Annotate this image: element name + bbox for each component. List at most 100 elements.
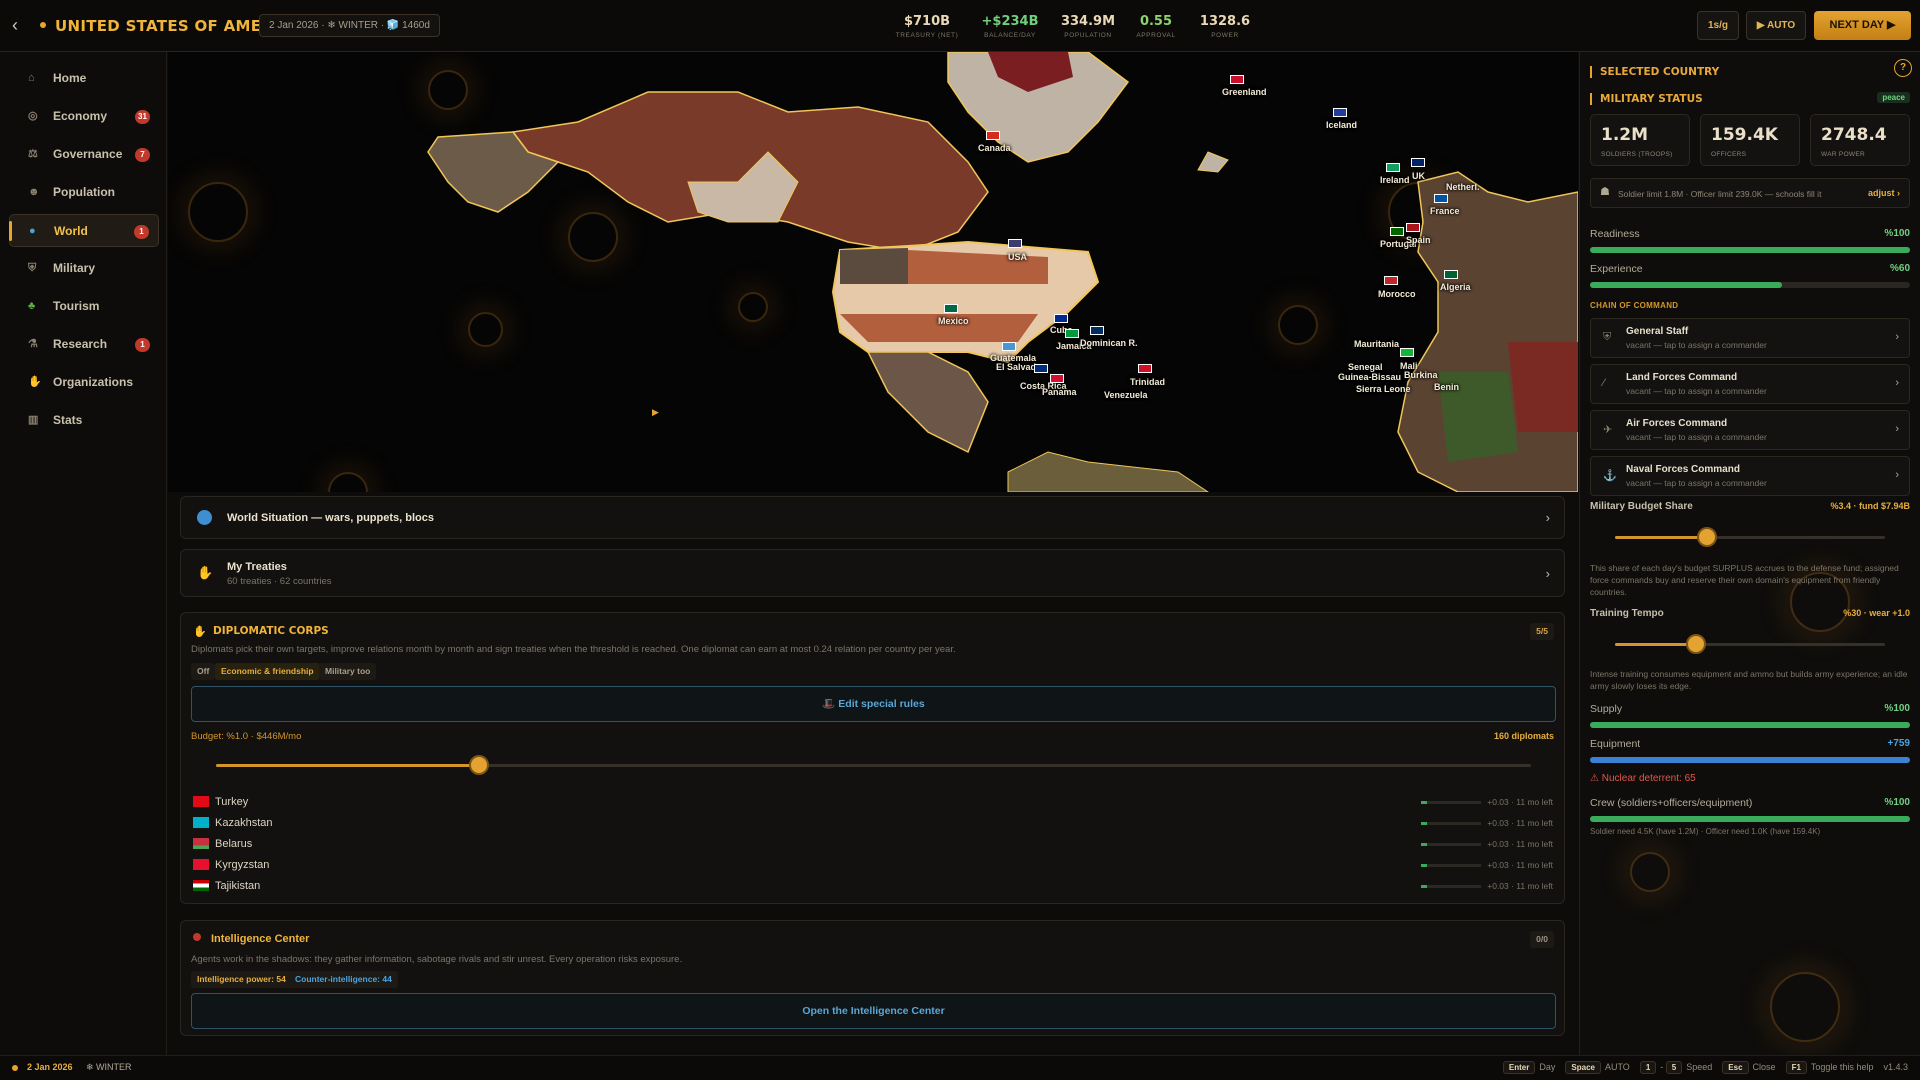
sidebar-item-economy[interactable]: ◎ Economy 31 (9, 100, 159, 133)
auto-button[interactable]: ▶ AUTO (1746, 11, 1806, 40)
country-label: Ireland (1380, 175, 1410, 185)
sidebar-item-world[interactable]: ● World 1 (9, 214, 159, 247)
flag-canada (986, 131, 1000, 140)
soldiers-card: 1.2M SOLDIERS (TROOPS) (1590, 114, 1690, 166)
notification-badge: 31 (135, 110, 150, 124)
supply-row: Supply %100 (1590, 703, 1910, 715)
flag-trinidad (1138, 364, 1152, 373)
open-intelligence-button[interactable]: Open the Intelligence Center (191, 993, 1556, 1029)
command-naval-forces[interactable]: ⚓ Naval Forces Command vacant — tap to ass… (1590, 456, 1910, 496)
stat-balance: +$234B BALANCE/DAY (981, 14, 1039, 39)
plane-icon: ✈ (1603, 424, 1613, 436)
flask-icon: ⚗ (28, 338, 38, 350)
relation-bar (1421, 822, 1481, 825)
flag-guatemala (1002, 342, 1016, 351)
sidebar-item-governance[interactable]: ⚖ Governance 7 (9, 138, 159, 171)
slider-handle[interactable] (469, 755, 489, 775)
treaties-title: My Treaties (227, 561, 287, 573)
command-land-forces[interactable]: ⁄ Land Forces Command vacant — tap to assi… (1590, 364, 1910, 404)
sidebar-item-organizations[interactable]: ✋ Organizations (9, 366, 159, 399)
slider-handle[interactable] (1696, 527, 1717, 547)
chart-icon: ▥ (28, 414, 39, 426)
experience-bar (1590, 282, 1910, 288)
diplomat-count-badge: 5/5 (1530, 623, 1554, 640)
country-label: Dominican R. (1080, 338, 1138, 348)
training-tempo-slider[interactable] (1615, 634, 1885, 654)
sidebar-item-home[interactable]: ⌂ Home (9, 62, 159, 95)
sidebar-item-tourism[interactable]: ♣ Tourism (9, 290, 159, 323)
relation-bar (1421, 885, 1481, 888)
flag-kyrgyzstan (193, 859, 209, 870)
diplomatic-title: DIPLOMATIC CORPS (213, 625, 329, 637)
country-label: Algeria (1440, 282, 1471, 292)
command-general-staff[interactable]: ⛨ General Staff vacant — tap to assign a c… (1590, 318, 1910, 358)
version-label: v1.4.3 (1883, 1062, 1908, 1072)
rifle-icon: ⁄ (1603, 377, 1605, 389)
status-dot (12, 1065, 18, 1071)
mode-military[interactable]: Military too (319, 663, 377, 680)
adjust-link[interactable]: adjust › (1868, 188, 1900, 198)
speed-button[interactable]: 1s/g (1697, 11, 1739, 40)
footer-bar: 2 Jan 2026 ❄ WINTER Enter Day Space AUTO 1… (0, 1055, 1920, 1080)
mode-off[interactable]: Off (191, 663, 216, 680)
country-label: Mexico (938, 316, 969, 326)
country-label: UK (1412, 171, 1425, 181)
help-icon[interactable]: ? (1894, 59, 1912, 77)
relation-bar (1421, 864, 1481, 867)
country-label: Burkina (1404, 370, 1438, 380)
chevron-right-icon: › (1895, 331, 1899, 343)
officers-card: 159.4K OFFICERS (1700, 114, 1800, 166)
budget-share-slider[interactable] (1615, 527, 1885, 547)
flag-morocco (1384, 276, 1398, 285)
flag-dominican (1090, 326, 1104, 335)
sidebar-item-stats[interactable]: ▥ Stats (9, 404, 159, 437)
anchor-icon: ⚓ (1603, 470, 1617, 482)
diplomatic-corps-card: ✋ DIPLOMATIC CORPS 5/5 Diplomats pick th… (180, 612, 1565, 904)
map-cursor-icon: ▶ (652, 407, 659, 417)
equipment-bar (1590, 757, 1910, 763)
world-map[interactable]: Greenland Iceland Canada USA Mexico Cuba… (168, 52, 1578, 492)
chevron-right-icon: › (1895, 377, 1899, 389)
experience-row: Experience %60 (1590, 263, 1910, 275)
treaties-subtitle: 60 treaties · 62 countries (227, 576, 332, 587)
country-label: Canada (978, 143, 1011, 153)
chevron-right-icon: › (1895, 469, 1899, 481)
crew-note: Soldier need 4.5K (have 1.2M) · Officer … (1590, 827, 1821, 836)
list-item: Tajikistan +0.03 · 11 mo left (193, 878, 1553, 895)
intel-power: Intelligence power: 54 (191, 971, 292, 988)
command-air-forces[interactable]: ✈ Air Forces Command vacant — tap to assig… (1590, 410, 1910, 450)
scales-icon: ⚖ (28, 148, 38, 160)
notification-badge: 7 (135, 148, 150, 162)
sidebar-item-military[interactable]: ⛨ Military (9, 252, 159, 285)
crew-row: Crew (soldiers+officers/equipment) %100 (1590, 797, 1910, 809)
country-label: Morocco (1378, 289, 1416, 299)
flag-france (1434, 194, 1448, 203)
chevron-right-icon: › (1545, 510, 1550, 525)
country-label: USA (1008, 252, 1028, 262)
chevron-right-icon: › (1895, 423, 1899, 435)
country-label: Trinidad (1130, 377, 1166, 387)
slider-handle[interactable] (1686, 634, 1706, 654)
sidebar-item-research[interactable]: ⚗ Research 1 (9, 328, 159, 361)
flag-costa-rica (1034, 364, 1048, 373)
next-day-button[interactable]: NEXT DAY ▶ (1814, 11, 1911, 40)
flag-mali (1400, 348, 1414, 357)
edit-special-rules-button[interactable]: 🎩 Edit special rules (191, 686, 1556, 722)
shield-icon: ⛨ (28, 262, 37, 274)
treaties-card[interactable]: ✋ My Treaties 60 treaties · 62 countries… (180, 549, 1565, 597)
world-situation-card[interactable]: World Situation — wars, puppets, blocs › (180, 496, 1565, 539)
country-label: Panama (1042, 387, 1077, 397)
back-icon[interactable]: ‹ (12, 16, 28, 36)
mode-economic[interactable]: Economic & friendship (215, 663, 320, 680)
crew-bar (1590, 816, 1910, 822)
flag-usa (1008, 239, 1022, 248)
flag-spain (1406, 223, 1420, 232)
notification-badge: 1 (135, 338, 150, 352)
budget-slider[interactable] (216, 755, 1531, 775)
people-icon: ☻ (28, 186, 40, 198)
stat-treasury: $710B TREASURY (NET) (895, 14, 959, 39)
selected-country-heading: SELECTED COUNTRY (1590, 66, 1719, 78)
diplomats-count: 160 diplomats (1493, 731, 1554, 741)
sidebar-item-population[interactable]: ☻ Population (9, 176, 159, 209)
troop-limit-box: ☗ Soldier limit 1.8M · Officer limit 239… (1590, 178, 1910, 208)
